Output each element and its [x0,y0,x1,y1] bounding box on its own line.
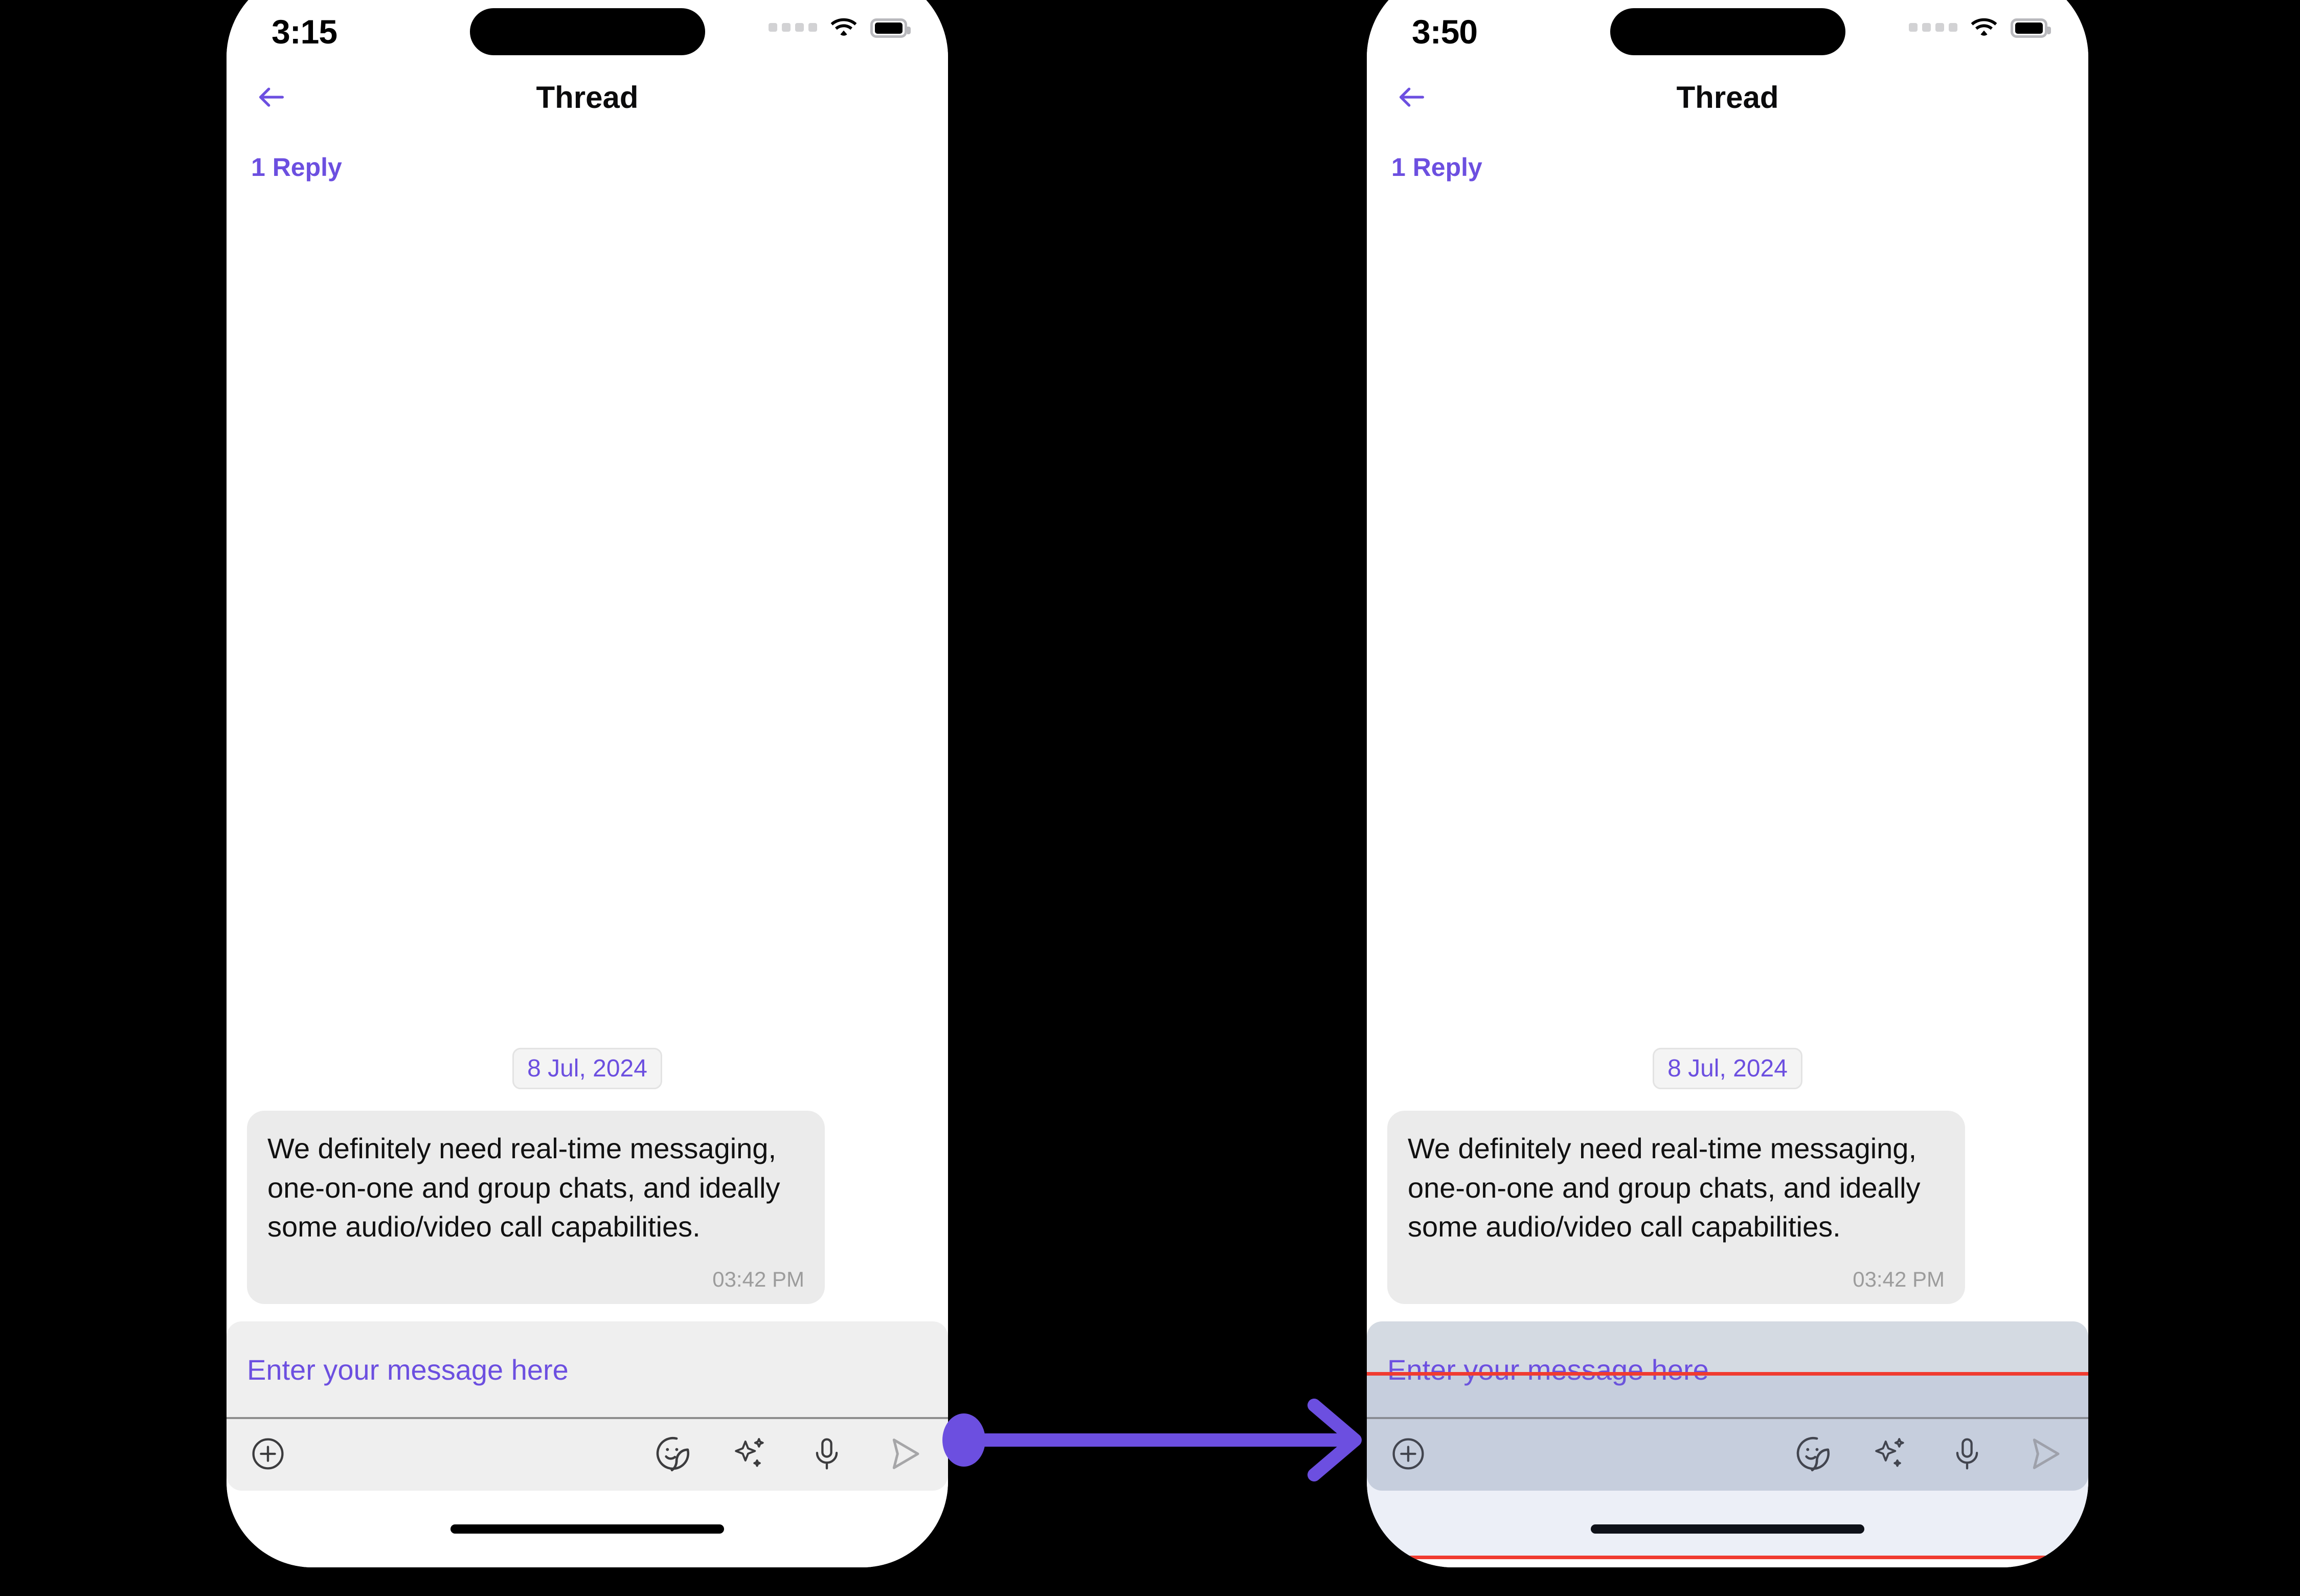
date-pill: 8 Jul, 2024 [512,1047,662,1089]
status-bar-after: 3:50 [1367,0,2088,66]
date-separator: 8 Jul, 2024 [1387,1047,2068,1089]
phone-after: 3:50 Thread 1 Reply 8 Jul, 2024 We defin… [1367,0,2088,1567]
message-bubble[interactable]: We definitely need real-time messaging, … [1387,1110,1965,1304]
message-text: We definitely need real-time messaging, … [267,1132,788,1243]
add-attachment-icon[interactable] [249,1435,287,1473]
composer-toolbar [1367,1419,2088,1491]
home-indicator-area [1367,1491,2088,1567]
step-connector [936,1381,1376,1503]
status-clock: 3:15 [272,13,337,51]
home-indicator [1591,1524,1864,1534]
home-indicator-area [227,1491,948,1567]
message-timestamp: 03:42 PM [712,1267,804,1291]
sticker-icon[interactable] [652,1434,692,1474]
screen-after: 3:50 Thread 1 Reply 8 Jul, 2024 We defin… [1367,0,2088,1567]
sticker-icon[interactable] [1793,1434,1833,1474]
message-input[interactable]: Enter your message here [227,1321,948,1419]
step-arrow-icon [942,1399,1362,1481]
screen-before: 3:15 Thread 1 Reply 8 Jul, 2024 We defin… [227,0,948,1567]
message-composer-after: Enter your message here [1367,1321,2088,1491]
back-arrow-icon [1395,81,1428,114]
status-icons [1909,17,2051,39]
wifi-icon [1971,17,1997,39]
battery-full-icon [870,18,911,38]
thread-message-list: 8 Jul, 2024 We definitely need real-time… [1367,182,2088,1321]
message-text: We definitely need real-time messaging, … [1408,1132,1929,1243]
battery-full-icon [2011,18,2051,38]
back-button[interactable] [248,74,295,121]
add-attachment-icon[interactable] [1389,1435,1427,1473]
nav-bar-before: Thread [227,66,948,128]
date-pill: 8 Jul, 2024 [1653,1047,1802,1089]
date-separator: 8 Jul, 2024 [247,1047,928,1089]
nav-bar-after: Thread [1367,66,2088,128]
phone-before: 3:15 Thread 1 Reply 8 Jul, 2024 We defin… [227,0,948,1567]
dynamic-island [469,8,705,55]
back-button[interactable] [1388,74,1435,121]
message-timestamp: 03:42 PM [1853,1267,1945,1291]
page-title: Thread [1676,80,1779,115]
page-title: Thread [536,80,639,115]
ai-sparkle-icon[interactable] [731,1435,769,1473]
microphone-icon[interactable] [808,1435,846,1473]
status-clock: 3:50 [1412,13,1478,51]
message-bubble[interactable]: We definitely need real-time messaging, … [247,1110,825,1304]
status-icons [769,17,911,39]
signal-dots-icon [769,23,817,34]
reply-count-label: 1 Reply [251,153,342,182]
status-bar-before: 3:15 [227,0,948,66]
message-composer-before: Enter your message here [227,1321,948,1491]
screenshot-stage: 3:15 Thread 1 Reply 8 Jul, 2024 We defin… [0,0,2300,1596]
ai-sparkle-icon[interactable] [1871,1435,1909,1473]
back-arrow-icon [255,81,288,114]
thread-message-list: 8 Jul, 2024 We definitely need real-time… [227,182,948,1321]
message-input[interactable]: Enter your message here [1367,1321,2088,1419]
send-icon[interactable] [885,1433,926,1474]
wifi-icon [830,17,857,39]
composer-toolbar [227,1419,948,1491]
home-indicator [450,1524,724,1534]
microphone-icon[interactable] [1948,1435,1986,1473]
signal-dots-icon [1909,23,1957,34]
dynamic-island [1610,8,1845,55]
reply-count-label: 1 Reply [1391,153,1482,182]
send-icon[interactable] [2025,1433,2066,1474]
